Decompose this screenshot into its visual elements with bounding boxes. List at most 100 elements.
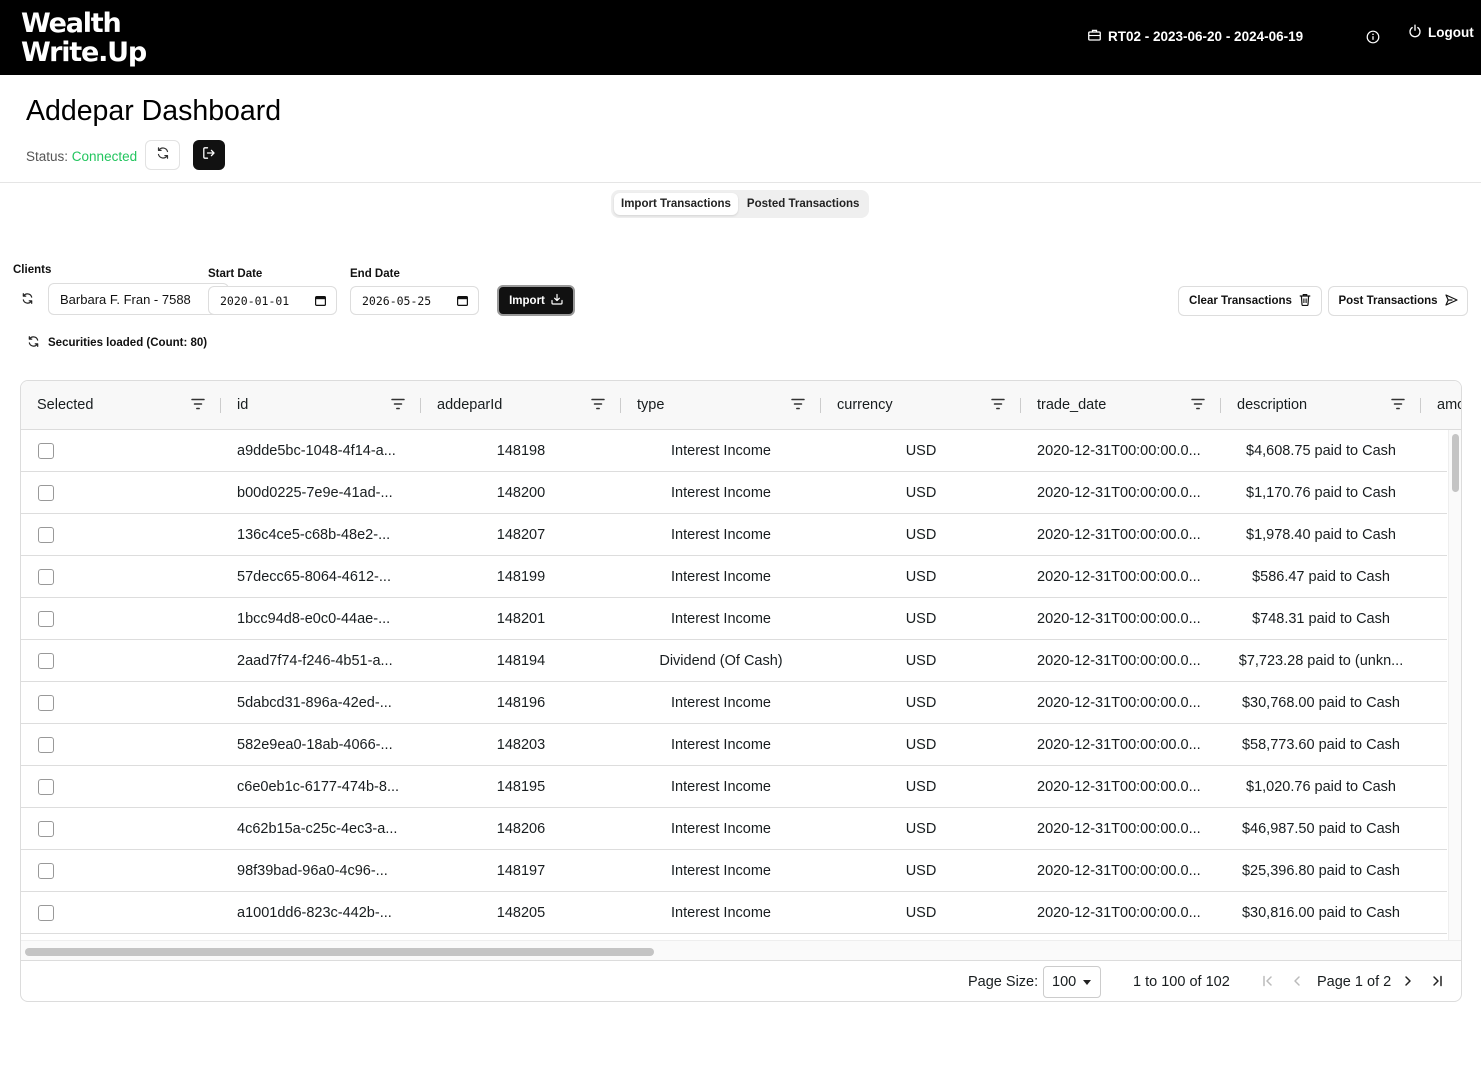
column-header-currency[interactable]: currency [821, 381, 1021, 429]
refresh-securities-icon[interactable] [27, 335, 40, 351]
power-icon [1408, 24, 1422, 41]
column-header-addeparid[interactable]: addeparId [421, 381, 621, 429]
column-header-trade-date[interactable]: trade_date [1021, 381, 1221, 429]
table-row[interactable]: 5dabcd31-896a-42ed-... 148196 Interest Inc… [21, 682, 1447, 724]
cell-currency: USD [905, 442, 937, 459]
next-page-button[interactable] [1400, 973, 1416, 989]
cell-type: Interest Income [671, 820, 771, 837]
previous-page-button[interactable] [1289, 973, 1305, 989]
cell-description: $25,396.80 paid to Cash [1241, 862, 1400, 879]
table-row[interactable]: 2aad7f74-f246-4b51-a... 148194 Dividend (O… [21, 640, 1447, 682]
filter-icon[interactable] [791, 398, 805, 414]
table-row[interactable]: 582e9ea0-18ab-4066-... 148203 Interest Inc… [21, 724, 1447, 766]
row-select-checkbox[interactable] [38, 485, 54, 501]
cell-id: 57decc65-8064-4612-... [237, 568, 391, 585]
cell-id: 2aad7f74-f246-4b51-a... [237, 652, 393, 669]
table-row[interactable]: a1001dd6-823c-442b-... 148205 Interest Inc… [21, 892, 1447, 934]
post-transactions-button[interactable]: Post Transactions [1328, 286, 1468, 316]
info-icon[interactable] [1366, 30, 1380, 49]
cell-currency: USD [905, 652, 937, 669]
tab-posted-transactions[interactable]: Posted Transactions [740, 193, 866, 215]
cell-type: Interest Income [671, 904, 771, 921]
import-button[interactable]: Import [497, 285, 575, 316]
calendar-icon[interactable] [315, 295, 327, 309]
filter-icon[interactable] [591, 398, 605, 414]
table-row[interactable]: c6e0eb1c-6177-474b-8... 148195 Interest In… [21, 766, 1447, 808]
calendar-icon[interactable] [457, 295, 469, 309]
column-label: type [637, 397, 665, 413]
column-header-amount[interactable]: amo [1421, 381, 1461, 429]
connection-status: Status: Connected [26, 149, 137, 164]
row-select-checkbox[interactable] [38, 443, 54, 459]
disconnect-button[interactable] [193, 140, 225, 170]
table-row[interactable]: 1bcc94d8-e0c0-44ae-... 148201 Interest Inc… [21, 598, 1447, 640]
filter-icon[interactable] [1191, 398, 1205, 414]
row-select-checkbox[interactable] [38, 779, 54, 795]
first-page-button[interactable] [1260, 973, 1276, 989]
table-row[interactable]: 4c62b15a-c25c-4ec3-a... 148206 Interest In… [21, 808, 1447, 850]
logout-button[interactable]: Logout [1408, 24, 1474, 41]
row-select-checkbox[interactable] [38, 653, 54, 669]
cell-currency: USD [905, 484, 937, 501]
filter-icon[interactable] [991, 398, 1005, 414]
page-size-label: Page Size: [968, 974, 1039, 990]
cell-currency: USD [905, 736, 937, 753]
table-row[interactable]: b00d0225-7e9e-41ad-... 148200 Interest Inc… [21, 472, 1447, 514]
period-selector[interactable]: RT02 - 2023-06-20 - 2024-06-19 [1088, 29, 1303, 44]
cell-type: Interest Income [671, 526, 771, 543]
tab-import-transactions[interactable]: Import Transactions [614, 193, 738, 215]
transaction-tabs: Import Transactions Posted Transactions [611, 190, 870, 218]
table-row[interactable]: 57decc65-8064-4612-... 148199 Interest Inc… [21, 556, 1447, 598]
horizontal-scrollbar[interactable] [21, 940, 1461, 960]
column-header-description[interactable]: description [1221, 381, 1421, 429]
start-date-input[interactable]: 2020-01-01 [208, 286, 337, 315]
row-select-checkbox[interactable] [38, 569, 54, 585]
end-date-input[interactable]: 2026-05-25 [350, 286, 479, 315]
column-header-selected[interactable]: Selected [21, 381, 221, 429]
row-select-checkbox[interactable] [38, 737, 54, 753]
cell-currency: USD [905, 694, 937, 711]
cell-type: Interest Income [671, 442, 771, 459]
row-select-checkbox[interactable] [38, 905, 54, 921]
last-page-button[interactable] [1429, 973, 1445, 989]
cell-addepar-id: 148199 [496, 568, 546, 585]
horizontal-scroll-thumb[interactable] [25, 948, 654, 956]
column-header-type[interactable]: type [621, 381, 821, 429]
cell-type: Interest Income [671, 862, 771, 879]
exit-icon [202, 146, 216, 165]
cell-description: $30,816.00 paid to Cash [1241, 904, 1400, 921]
client-select-value: Barbara F. Fran - 7588 [60, 291, 191, 307]
cell-trade-date: 2020-12-31T00:00:00.0... [1037, 568, 1201, 585]
table-row[interactable]: 136c4ce5-c68b-48e2-... 148207 Interest Inc… [21, 514, 1447, 556]
cell-trade-date: 2020-12-31T00:00:00.0... [1037, 694, 1201, 711]
column-label: addeparId [437, 397, 503, 413]
row-select-checkbox[interactable] [38, 863, 54, 879]
refresh-clients-icon[interactable] [21, 292, 34, 310]
cell-addepar-id: 148201 [496, 610, 546, 627]
cell-id: a1001dd6-823c-442b-... [237, 904, 392, 921]
row-select-checkbox[interactable] [38, 611, 54, 627]
row-select-checkbox[interactable] [38, 527, 54, 543]
vertical-scroll-thumb[interactable] [1452, 434, 1459, 492]
row-select-checkbox[interactable] [38, 695, 54, 711]
client-select[interactable]: Barbara F. Fran - 7588 [48, 283, 229, 315]
filter-icon[interactable] [1391, 398, 1405, 414]
page-of-word: of [1367, 974, 1380, 990]
cell-addepar-id: 148206 [496, 820, 546, 837]
row-select-checkbox[interactable] [38, 821, 54, 837]
securities-loaded-label: Securities loaded (Count: 80) [48, 337, 208, 349]
page-size-select[interactable]: 100 [1043, 966, 1101, 998]
vertical-scrollbar[interactable] [1448, 430, 1461, 940]
clear-transactions-button[interactable]: Clear Transactions [1178, 286, 1322, 316]
refresh-connection-button[interactable] [145, 140, 180, 170]
filter-icon[interactable] [191, 398, 205, 414]
table-row[interactable]: a9dde5bc-1048-4f14-a... 148198 Interest In… [21, 430, 1447, 472]
cell-addepar-id: 148205 [496, 904, 546, 921]
grid-body: a9dde5bc-1048-4f14-a... 148198 Interest In… [21, 430, 1447, 940]
filter-icon[interactable] [391, 398, 405, 414]
cell-addepar-id: 148203 [496, 736, 546, 753]
column-header-id[interactable]: id [221, 381, 421, 429]
start-date-label: Start Date [208, 268, 263, 280]
table-row[interactable]: 98f39bad-96a0-4c96-... 148197 Interest Inc… [21, 850, 1447, 892]
end-date-value: 2026-05-25 [362, 293, 432, 308]
